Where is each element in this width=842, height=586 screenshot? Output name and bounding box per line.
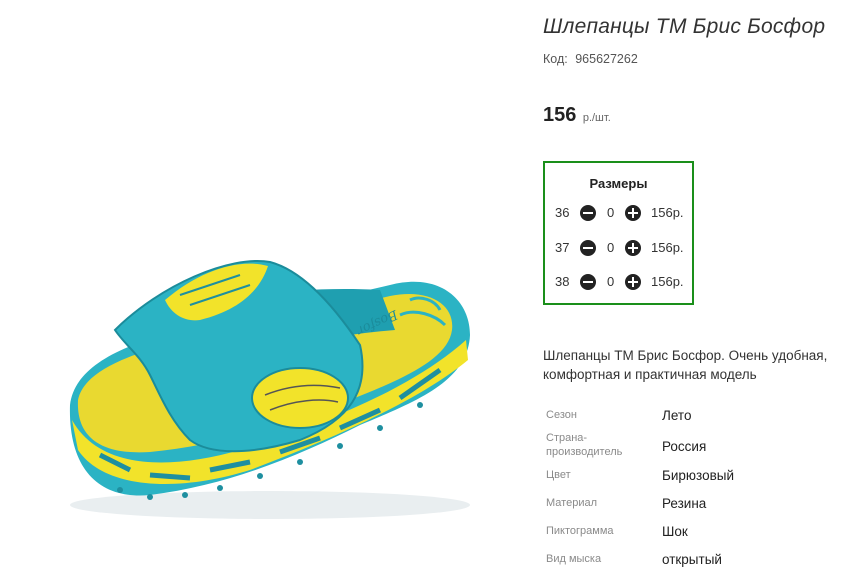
property-value: открытый — [662, 552, 722, 567]
size-row: 37 0 156р. — [545, 238, 692, 258]
minus-icon[interactable] — [580, 240, 596, 256]
size-value: 36 — [555, 205, 570, 220]
size-value: 38 — [555, 274, 570, 289]
sizes-selector: Размеры 36 0 156р. 37 0 156р. 38 0 156р. — [543, 161, 694, 305]
size-row: 38 0 156р. — [545, 272, 692, 292]
property-value: Лето — [662, 408, 692, 423]
minus-icon[interactable] — [580, 205, 596, 221]
plus-icon[interactable] — [625, 205, 641, 221]
property-key: Цвет — [546, 469, 571, 481]
product-price: 156 р./шт. — [543, 104, 611, 127]
property-key: Сезон — [546, 409, 577, 421]
product-title: Шлепанцы ТМ Брис Босфор — [543, 15, 826, 38]
property-value: Шок — [662, 524, 688, 539]
property-value: Резина — [662, 496, 707, 511]
property-key: Материал — [546, 497, 597, 509]
property-key: Вид мыска — [546, 553, 602, 565]
sizes-title: Размеры — [589, 176, 648, 191]
plus-icon[interactable] — [625, 240, 641, 256]
property-key: Пиктограмма — [546, 525, 614, 537]
product-code-label: Код: — [543, 52, 568, 66]
size-value: 37 — [555, 240, 570, 255]
size-price: 156р. — [651, 274, 684, 289]
size-row: 36 0 156р. — [545, 203, 692, 223]
size-price: 156р. — [651, 205, 684, 220]
property-value: Россия — [662, 439, 707, 454]
property-value: Бирюзовый — [662, 468, 734, 483]
quantity-value: 0 — [607, 240, 615, 255]
product-code-value: 965627262 — [575, 52, 638, 66]
price-value: 156 — [543, 104, 577, 126]
quantity-value: 0 — [607, 205, 615, 220]
price-unit: р./шт. — [582, 112, 611, 124]
product-code: Код: 965627262 — [543, 52, 638, 66]
product-image[interactable]: Bosfor — [0, 0, 520, 586]
minus-icon[interactable] — [580, 274, 596, 290]
quantity-value: 0 — [607, 274, 615, 289]
plus-icon[interactable] — [625, 274, 641, 290]
property-key: Страна-производитель — [546, 432, 623, 458]
product-description: Шлепанцы ТМ Брис Босфор. Очень удобная, … — [543, 348, 828, 382]
slipper-illustration: Bosfor — [69, 260, 471, 519]
size-price: 156р. — [651, 240, 684, 255]
product-info-panel: Шлепанцы ТМ Брис Босфор Код: 965627262 1… — [543, 0, 842, 586]
